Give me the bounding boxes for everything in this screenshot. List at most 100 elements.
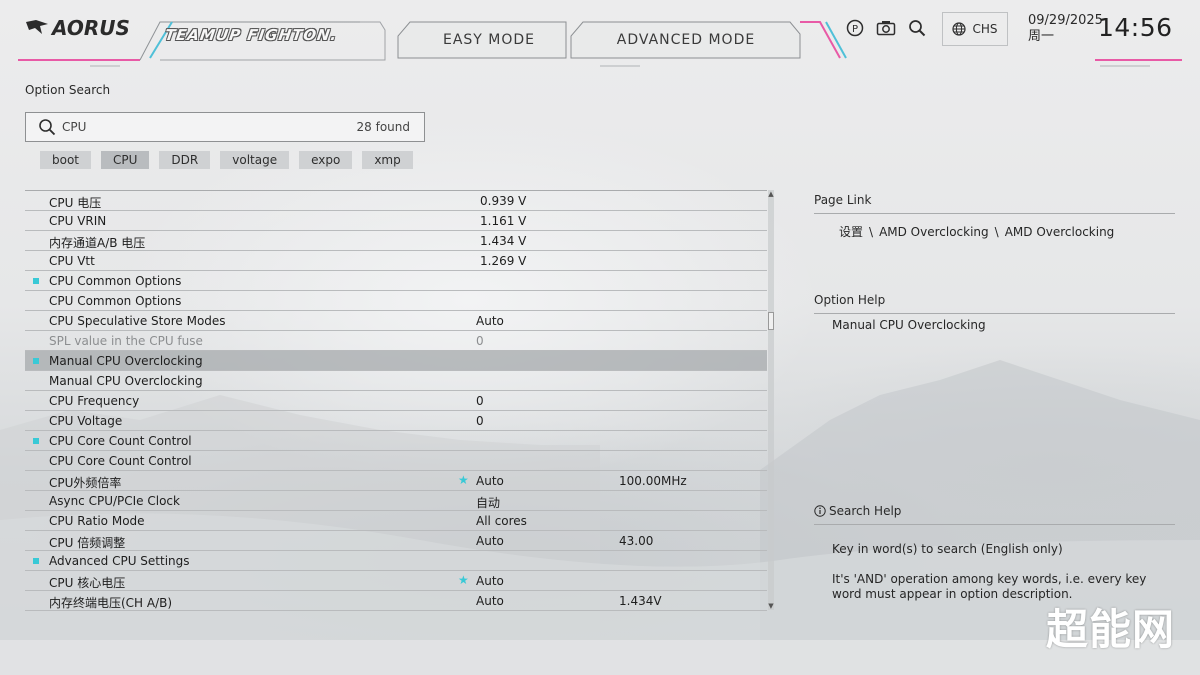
path-segment: AMD Overclocking	[1004, 225, 1115, 239]
date-display: 09/29/2025 周一	[1028, 13, 1103, 45]
option-name: Manual CPU Overclocking	[49, 374, 203, 388]
option-name: CPU VRIN	[49, 214, 107, 228]
option-value[interactable]: 1.434 V	[480, 234, 526, 248]
weekday-text: 周一	[1028, 29, 1055, 44]
keyword-chip-xmp[interactable]: xmp	[362, 151, 413, 169]
option-row[interactable]: CPU Voltage 0	[25, 411, 767, 431]
option-help-text: Manual CPU Overclocking	[832, 318, 986, 332]
option-row[interactable]: Manual CPU Overclocking	[25, 371, 767, 391]
option-row[interactable]: CPU Ratio Mode All cores	[25, 511, 767, 531]
group-marker-icon	[33, 358, 39, 364]
team-logo: TEAMUP FIGHTON.	[163, 26, 339, 44]
option-row[interactable]: 内存通道A/B 电压 1.434 V	[25, 231, 767, 251]
option-name: CPU Voltage	[49, 414, 123, 428]
option-name: CPU 核心电压	[49, 576, 126, 590]
scroll-up-arrow-icon[interactable]: ▲	[768, 190, 774, 198]
camera-icon[interactable]	[876, 18, 896, 38]
option-row[interactable]: CPU 核心电压 ★ Auto	[25, 571, 767, 591]
option-value[interactable]: 0	[476, 414, 484, 428]
option-row[interactable]: CPU Core Count Control	[25, 451, 767, 471]
option-row[interactable]: CPU 倍频调整 Auto 43.00	[25, 531, 767, 551]
keyword-chips: boot CPU DDR voltage expo xmp	[40, 151, 413, 169]
keyword-chip-voltage[interactable]: voltage	[220, 151, 290, 169]
option-value[interactable]: All cores	[476, 514, 527, 528]
scroll-down-arrow-icon[interactable]: ▼	[768, 602, 774, 610]
option-name: CPU 倍频调整	[49, 536, 126, 550]
option-name: CPU Core Count Control	[49, 454, 192, 468]
advanced-mode-tab[interactable]: ADVANCED MODE	[577, 22, 795, 58]
scrollbar-thumb[interactable]	[768, 312, 774, 330]
search-results-list: CPU 电压 0.939 V CPU VRIN 1.161 V 内存通道A/B 电压 1.…	[25, 190, 767, 611]
group-marker-icon	[33, 278, 39, 284]
easy-mode-tab[interactable]: EASY MODE	[404, 22, 574, 58]
keyword-chip-cpu[interactable]: CPU	[101, 151, 150, 169]
option-name: SPL value in the CPU fuse	[49, 334, 203, 348]
option-row[interactable]: CPU Speculative Store Modes Auto	[25, 311, 767, 331]
page-link-path[interactable]: 设置 \ AMD Overclocking \ AMD Overclocking	[839, 223, 1114, 240]
keyword-chip-boot[interactable]: boot	[40, 151, 92, 169]
search-help-header: Search Help	[814, 504, 1175, 525]
option-value[interactable]: 1.161 V	[480, 214, 526, 228]
search-help-line-1: Key in word(s) to search (English only)	[832, 542, 1063, 556]
option-group-header[interactable]: Advanced CPU Settings	[25, 551, 767, 571]
aorus-logo: AORUS	[26, 16, 130, 40]
option-value[interactable]: Auto	[476, 534, 504, 548]
option-name: Advanced CPU Settings	[49, 554, 190, 568]
option-value[interactable]: 0	[476, 334, 484, 348]
option-value[interactable]: Auto	[476, 574, 504, 588]
option-row[interactable]: CPU Vtt 1.269 V	[25, 251, 767, 271]
keyword-chip-ddr[interactable]: DDR	[159, 151, 211, 169]
option-row[interactable]: CPU Common Options	[25, 291, 767, 311]
favorite-star-icon[interactable]: ★	[458, 573, 469, 587]
option-row[interactable]: CPU VRIN 1.161 V	[25, 211, 767, 231]
option-group-header[interactable]: Manual CPU Overclocking	[25, 351, 767, 371]
path-separator: \	[869, 225, 874, 239]
option-row[interactable]: CPU 电压 0.939 V	[25, 191, 767, 211]
option-value[interactable]: Auto	[476, 594, 504, 608]
brand-name: AORUS	[52, 16, 130, 40]
option-row[interactable]: Async CPU/PCIe Clock 自动	[25, 491, 767, 511]
option-row[interactable]: 内存终端电压(CH A/B) Auto 1.434V	[25, 591, 767, 611]
globe-icon	[952, 22, 967, 36]
option-name: Manual CPU Overclocking	[49, 354, 203, 368]
favorite-star-icon[interactable]: ★	[458, 473, 469, 487]
option-group-header[interactable]: CPU Core Count Control	[25, 431, 767, 451]
option-value[interactable]: 0	[476, 394, 484, 408]
option-row[interactable]: SPL value in the CPU fuse 0	[25, 331, 767, 351]
option-group-header[interactable]: CPU Common Options	[25, 271, 767, 291]
option-name: CPU Frequency	[49, 394, 140, 408]
language-label: CHS	[972, 22, 998, 36]
option-value[interactable]: 自动	[476, 494, 500, 511]
search-help-title: Search Help	[829, 504, 902, 518]
option-name: CPU 电压	[49, 196, 102, 210]
keyword-chip-expo[interactable]: expo	[299, 151, 353, 169]
option-current-value: 1.434V	[619, 594, 662, 608]
option-value[interactable]: Auto	[476, 474, 504, 488]
date-text: 09/29/2025	[1028, 13, 1103, 28]
option-value[interactable]: 1.269 V	[480, 254, 526, 268]
search-icon[interactable]	[907, 18, 927, 38]
option-name: CPU Speculative Store Modes	[49, 314, 226, 328]
search-result-count: 28 found	[356, 120, 410, 134]
option-value[interactable]: 0.939 V	[480, 194, 526, 208]
option-name: 内存终端电压(CH A/B)	[49, 596, 173, 610]
page-link-title: Page Link	[814, 193, 1175, 214]
group-marker-icon	[33, 438, 39, 444]
option-name: CPU Common Options	[49, 294, 182, 308]
language-selector[interactable]: CHS	[942, 12, 1008, 46]
svg-text:P: P	[852, 24, 858, 35]
search-input[interactable]: CPU 28 found	[25, 112, 425, 142]
option-current-value: 100.00MHz	[619, 474, 687, 488]
group-marker-icon	[33, 558, 39, 564]
option-row[interactable]: CPU外频倍率 ★ Auto 100.00MHz	[25, 471, 767, 491]
option-value[interactable]: Auto	[476, 314, 504, 328]
results-scrollbar[interactable]: ▲ ▼	[768, 190, 774, 610]
option-current-value: 43.00	[619, 534, 654, 548]
option-row[interactable]: CPU Frequency 0	[25, 391, 767, 411]
search-icon	[39, 119, 56, 136]
path-segment: 设置	[839, 225, 864, 239]
aorus-eagle-icon	[26, 20, 48, 34]
help-icon[interactable]: P	[845, 18, 865, 38]
info-icon	[814, 505, 826, 517]
watermark: 超能网	[1046, 605, 1176, 654]
